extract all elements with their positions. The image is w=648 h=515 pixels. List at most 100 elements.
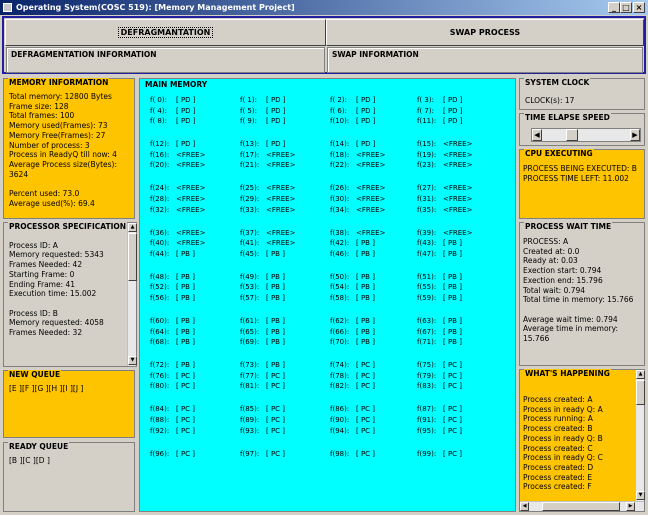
memory-frame-value: [ PC ] (356, 416, 376, 424)
text-line: PROCESS: A (523, 237, 569, 246)
memory-frame-value: [ PB ] (176, 272, 195, 281)
memory-frame-label: f(84): (150, 405, 170, 414)
text-line: Memory Free(Frames): 27 (9, 130, 106, 140)
whats-happening-panel: WHAT'S HAPPENING Process created: A Proce… (519, 369, 645, 512)
maximize-button[interactable]: □ (620, 2, 632, 13)
memory-frame-value: [ PB ] (443, 317, 462, 325)
happening-horizontal-scrollbar[interactable]: ◀ ▶ (520, 501, 644, 511)
memory-frame-value: [ PC ] (176, 371, 196, 380)
memory-frame-value: [ PB ] (266, 272, 285, 281)
text-line: Frame size: 128 (9, 101, 69, 111)
whats-happening-title: WHAT'S HAPPENING (524, 369, 611, 378)
scroll-up-arrow-icon[interactable]: ▲ (636, 370, 645, 379)
app-icon (3, 3, 12, 12)
memory-frame-value: <FREE> (356, 184, 386, 193)
text-line: Process ID: A (9, 240, 58, 250)
memory-frame-label: f(11): (417, 117, 437, 126)
memory-frame-value: <FREE> (176, 228, 206, 237)
memory-frame-label: f(13): (240, 140, 260, 149)
speed-slider-thumb[interactable] (565, 129, 578, 141)
text-line: Process created: C (523, 443, 593, 453)
memory-frame-label: f(40): (150, 239, 170, 248)
memory-frame-label: f(73): (240, 361, 260, 370)
memory-frame-label: f(31): (417, 195, 437, 203)
text-line (9, 231, 104, 241)
memory-frame-label: f(74): (330, 361, 350, 370)
memory-frame-label: f( 0): (150, 96, 167, 104)
memory-frame-value: <FREE> (176, 195, 206, 203)
scroll-down-arrow-icon[interactable]: ▼ (128, 356, 137, 365)
scroll-down-arrow-icon[interactable]: ▼ (636, 491, 645, 500)
minimize-button[interactable]: _ (608, 2, 620, 13)
memory-frame-label: f(30): (330, 195, 350, 203)
memory-frame-label: f(87): (417, 405, 437, 414)
scroll-up-arrow-icon[interactable]: ▲ (128, 223, 137, 232)
memory-frame-label: f(60): (150, 317, 170, 325)
memory-frame-value: [ PC ] (443, 371, 463, 380)
slider-left-arrow-icon[interactable]: ◀ (532, 129, 542, 141)
happening-vertical-scrollbar[interactable]: ▲ ▼ (635, 370, 645, 501)
memory-frame-label: f(19): (417, 150, 437, 159)
swap-process-button[interactable]: SWAP PROCESS (326, 19, 644, 46)
memory-frame-value: [ PC ] (443, 426, 463, 435)
memory-frame-value: [ PC ] (443, 405, 463, 414)
memory-frame-value: [ PB ] (266, 294, 285, 302)
memory-frame-label: f(94): (330, 426, 350, 435)
text-line (9, 179, 134, 189)
main-memory-title: MAIN MEMORY (144, 80, 209, 89)
text-line: Ending Frame: 41 (9, 279, 76, 289)
memory-frame-value: <FREE> (176, 205, 206, 214)
text-line: Total frames: 100 (9, 111, 75, 121)
process-wait-text: PROCESS: A Created at: 0.0 Ready at: 0.03 E… (523, 237, 644, 344)
processor-spec-panel: PROCESSOR SPECIFICATION Process ID: A Mem… (3, 222, 137, 367)
memory-frame-value: [ PB ] (443, 294, 462, 302)
new-queue-text: [E ][F ][G ][H ][I ][J ] (9, 384, 84, 393)
memory-frame-label: f(58): (330, 294, 350, 302)
swap-info-panel: SWAP INFORMATION (327, 47, 643, 73)
memory-frame-value: [ PB ] (443, 283, 462, 292)
memory-frame-value: [ PC ] (176, 382, 196, 391)
memory-frame-label: f(72): (150, 361, 170, 370)
slider-right-arrow-icon[interactable]: ▶ (630, 129, 640, 141)
text-line: Exection end: 15.796 (523, 275, 603, 285)
memory-frame-value: [ PB ] (443, 338, 462, 347)
memory-frame-label: f(20): (150, 161, 170, 170)
memory-frame-value: <FREE> (443, 195, 473, 203)
scroll-left-arrow-icon[interactable]: ◀ (520, 502, 529, 511)
memory-frame-value: [ PD ] (266, 140, 286, 149)
text-line: Percent used: 73.0 (9, 189, 80, 199)
text-line: Memory requested: 5343 (9, 250, 104, 260)
memory-frame-value: <FREE> (443, 228, 473, 237)
memory-frame-label: f(45): (240, 249, 260, 258)
memory-frame-value: [ PB ] (266, 327, 285, 336)
memory-frame-value: <FREE> (443, 184, 473, 193)
defragmentation-button[interactable]: DEFRAGMANTATION (5, 19, 326, 46)
memory-frame-label: f(22): (330, 161, 350, 170)
memory-frame-label: f(76): (150, 371, 170, 380)
memory-frame-value: [ PD ] (176, 117, 196, 126)
scroll-thumb[interactable] (636, 380, 645, 405)
memory-frame-label: f(63): (417, 317, 437, 325)
defragmentation-label: DEFRAGMANTATION (117, 27, 214, 38)
speed-slider-track[interactable]: ◀ ▶ (531, 128, 641, 142)
memory-frame-value: <FREE> (176, 161, 206, 170)
text-line: Average used(%): 69.4 (9, 198, 95, 208)
scroll-right-arrow-icon[interactable]: ▶ (626, 502, 635, 511)
close-button[interactable]: × (633, 2, 645, 13)
memory-frame-label: f(41): (240, 239, 260, 248)
scroll-thumb[interactable] (542, 502, 620, 511)
memory-frame-value: [ PB ] (176, 327, 195, 336)
memory-frame-label: f(82): (330, 382, 350, 391)
cpu-executing-title: CPU EXECUTING (524, 149, 594, 158)
memory-frame-value: [ PC ] (356, 361, 376, 370)
scroll-thumb[interactable] (128, 233, 137, 281)
memory-frame-label: f(49): (240, 272, 260, 281)
memory-frame-value: <FREE> (443, 205, 473, 214)
processor-spec-scrollbar[interactable]: ▲ ▼ (127, 223, 137, 366)
memory-frame-label: f(62): (330, 317, 350, 325)
memory-frame-label: f(54): (330, 283, 350, 292)
memory-frame-label: f(92): (150, 426, 170, 435)
memory-frame-value: <FREE> (356, 195, 386, 203)
ready-queue-panel: READY QUEUE [B ][C ][D ] (3, 442, 135, 512)
memory-frame-value: [ PC ] (266, 371, 286, 380)
